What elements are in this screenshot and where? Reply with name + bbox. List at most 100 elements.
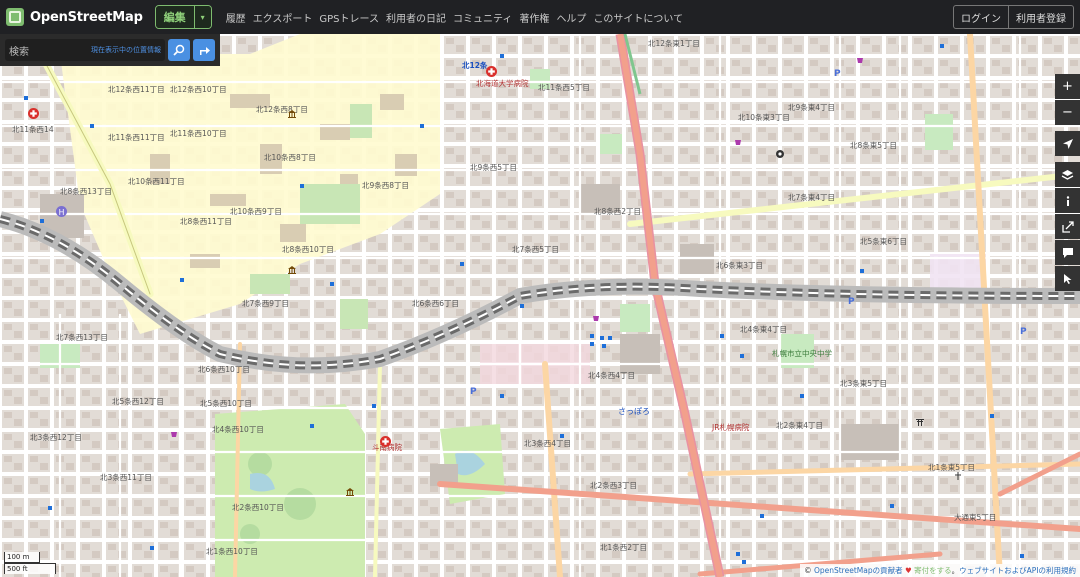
- map-label: 北6条西6丁目: [412, 299, 460, 308]
- map-label: 北10条西9丁目: [230, 207, 282, 216]
- shop-icon[interactable]: [856, 56, 864, 64]
- map-label: 北7条東4丁目: [788, 193, 836, 202]
- search-button[interactable]: [168, 39, 190, 61]
- nav-history[interactable]: 履歴: [226, 10, 246, 25]
- nav-user-diaries[interactable]: 利用者の日記: [386, 10, 446, 25]
- nav-gps-traces[interactable]: GPSトレース: [319, 10, 379, 25]
- map-tiles: P P P P: [0, 34, 1080, 577]
- search-icon: [173, 44, 185, 56]
- svg-text:P: P: [848, 297, 855, 307]
- map-label: 北4条西4丁目: [588, 371, 636, 380]
- hospital-label-south: JR札幌病院: [712, 423, 750, 432]
- where-is-this-link[interactable]: 現在表示中の位置情報: [91, 45, 161, 55]
- map-label: 北8条西11丁目: [180, 217, 232, 226]
- map-label: 北10条東3丁目: [738, 113, 790, 122]
- attribution-prefix: ©: [804, 566, 814, 575]
- map-label: 北8条西10丁目: [282, 245, 334, 254]
- nav-copyright[interactable]: 著作権: [519, 10, 549, 25]
- hospital-label-north: 北海道大学病院: [476, 79, 529, 88]
- directions-icon: [199, 47, 210, 55]
- map-label: 大通東5丁目: [954, 513, 997, 522]
- hospital-icon[interactable]: [380, 436, 391, 447]
- map-label: 北2条東4丁目: [776, 421, 824, 430]
- share-button[interactable]: [1055, 214, 1080, 239]
- svg-text:H: H: [59, 208, 65, 217]
- signup-button[interactable]: 利用者登録: [1008, 6, 1073, 28]
- map-label: 北1条西10丁目: [206, 547, 258, 556]
- edit-dropdown-caret-icon[interactable]: ▾: [194, 6, 211, 28]
- map-label: 北12条西10丁目: [170, 85, 227, 94]
- add-note-button[interactable]: [1055, 240, 1080, 265]
- heart-icon: ♥: [905, 566, 912, 575]
- login-button[interactable]: ログイン: [954, 6, 1008, 28]
- attribution-separator: 。: [951, 566, 960, 575]
- edit-button[interactable]: 編集: [155, 6, 195, 28]
- search-input[interactable]: 検索 現在表示中の位置情報: [5, 39, 165, 61]
- nav-help[interactable]: ヘルプ: [556, 10, 586, 25]
- nav-about[interactable]: このサイトについて: [593, 10, 683, 25]
- church-icon[interactable]: [954, 472, 962, 480]
- note-icon: [1062, 247, 1073, 258]
- map-label: 北7条西13丁目: [56, 333, 108, 342]
- hospital-icon[interactable]: [28, 108, 39, 119]
- map-label: 北7条西9丁目: [242, 299, 290, 308]
- map-label: 北9条西8丁目: [362, 181, 410, 190]
- map-label: 北5条東6丁目: [860, 237, 908, 246]
- museum-icon[interactable]: [346, 488, 354, 496]
- main-nav: 履歴 エクスポート GPSトレース 利用者の日記 コミュニティ 著作権 ヘルプ …: [226, 10, 683, 25]
- museum-icon[interactable]: [288, 266, 296, 274]
- map-label: 北2条西3丁目: [590, 481, 638, 490]
- map-label: 北3条東5丁目: [840, 379, 888, 388]
- shop-icon[interactable]: [170, 430, 178, 438]
- osm-logo-icon: [6, 8, 24, 26]
- hospital-icon[interactable]: [486, 66, 497, 77]
- map-label: 北8条東5丁目: [850, 141, 898, 150]
- map-key-button[interactable]: [1055, 188, 1080, 213]
- account-buttons: ログイン 利用者登録: [953, 5, 1074, 29]
- hospital-h-icon[interactable]: H: [56, 206, 67, 217]
- map-label: 北6条西10丁目: [198, 365, 250, 374]
- museum-icon[interactable]: [288, 110, 296, 118]
- layers-button[interactable]: [1055, 162, 1080, 187]
- map-label: 北9条西5丁目: [470, 163, 518, 172]
- map-canvas[interactable]: P P P P 北12条西11丁目 北12条西10丁目 北12条西8丁目 北12条 北…: [0, 34, 1080, 577]
- scale-imperial: 500 ft: [4, 563, 56, 574]
- map-scale: 100 m 500 ft: [4, 552, 56, 574]
- map-controls: + −: [1055, 74, 1080, 292]
- map-label: 北11条西5丁目: [538, 83, 590, 92]
- shrine-icon[interactable]: [916, 418, 924, 426]
- attribution: © OpenStreetMapの貢献者 ♥ 寄付をする。ウェブサイトおよびAPI…: [800, 564, 1080, 577]
- top-navbar: OpenStreetMap 編集 ▾ 履歴 エクスポート GPSトレース 利用者…: [0, 0, 1080, 34]
- zoom-in-button[interactable]: +: [1055, 74, 1080, 99]
- shop-icon[interactable]: [734, 138, 742, 146]
- map-label: 北3条西12丁目: [30, 433, 82, 442]
- place-of-worship-icon[interactable]: [776, 150, 784, 158]
- map-label: 北5条西12丁目: [112, 397, 164, 406]
- locate-icon: [1062, 138, 1073, 149]
- osm-logo[interactable]: OpenStreetMap: [6, 8, 143, 26]
- map-label: 北8条西13丁目: [60, 187, 112, 196]
- directions-button[interactable]: [193, 39, 215, 61]
- locate-button[interactable]: [1055, 131, 1080, 156]
- svg-text:P: P: [1020, 327, 1027, 337]
- query-features-button[interactable]: [1055, 266, 1080, 291]
- zoom-out-button[interactable]: −: [1055, 100, 1080, 125]
- map-label: 北1条東5丁目: [928, 463, 976, 472]
- nav-export[interactable]: エクスポート: [253, 10, 313, 25]
- map-label: 北3条西11丁目: [100, 473, 152, 482]
- shop-icon[interactable]: [592, 314, 600, 322]
- svg-text:P: P: [470, 387, 477, 397]
- map-label: 北2条西10丁目: [232, 503, 284, 512]
- nav-communities[interactable]: コミュニティ: [453, 10, 512, 25]
- map-label: 北12条西8丁目: [256, 105, 308, 114]
- map-label: 北12条西11丁目: [108, 85, 165, 94]
- scale-metric: 100 m: [4, 552, 40, 563]
- map-label: 北4条西10丁目: [212, 425, 264, 434]
- contributors-link[interactable]: OpenStreetMapの貢献者: [814, 566, 903, 575]
- map-label: 北7条西5丁目: [512, 245, 560, 254]
- donate-link[interactable]: 寄付をする: [914, 566, 952, 575]
- edit-button-group: 編集 ▾: [154, 5, 212, 29]
- terms-link[interactable]: ウェブサイトおよびAPIの利用規約: [959, 566, 1076, 575]
- map-label: 北10条西11丁目: [128, 177, 185, 186]
- map-label: 北11条西11丁目: [108, 133, 165, 142]
